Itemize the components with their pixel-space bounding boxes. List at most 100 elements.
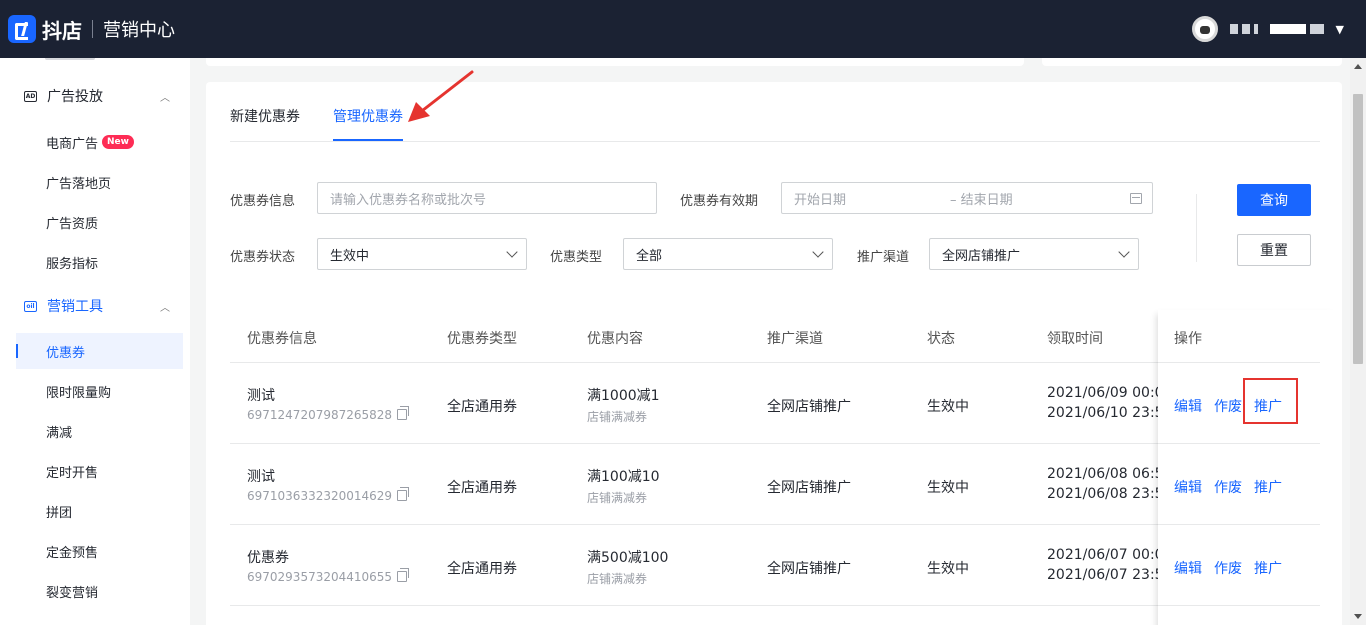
coupon-content-sub: 店铺满减券 [587, 572, 648, 586]
sidebar-item-ecommerce-ads[interactable]: 电商广告 New [16, 124, 183, 160]
coupon-id-text: 6971036332320014629 [247, 489, 393, 503]
coupon-info-label: 优惠券信息 [230, 194, 296, 209]
sidebar: AD 广告投放 ︿ 电商广告 New 广告落地页 广告资质 服务指标 oil 营… [0, 58, 190, 625]
coupon-type: 全店通用券 [447, 561, 517, 577]
table-divider [230, 605, 1320, 606]
sidebar-item-label: 裂变营销 [46, 585, 99, 601]
avatar[interactable] [1191, 16, 1218, 42]
column-header: 状态 [927, 331, 955, 347]
scroll-down-arrow-icon[interactable] [1354, 614, 1362, 619]
promo-channel-label: 推广渠道 [857, 250, 910, 265]
coupon-id-text: 6971247207987265828 [247, 408, 393, 422]
logo-divider [92, 20, 93, 38]
coupon-status-value: 生效中 [330, 248, 370, 264]
sidebar-item-fission-marketing[interactable]: 裂变营销 [16, 573, 183, 609]
coupon-info-input[interactable]: 请输入优惠券名称或批次号 [317, 182, 657, 214]
sidebar-item-label: 限时限量购 [46, 385, 112, 401]
sidebar-item-label: 广告资质 [46, 216, 99, 232]
sidebar-item-label: 定时开售 [46, 465, 99, 481]
void-link[interactable]: 作废 [1214, 558, 1242, 578]
promo-channel-value: 全网店铺推广 [942, 248, 1021, 264]
discount-type-value: 全部 [636, 248, 663, 264]
table-divider [1158, 443, 1320, 444]
sidebar-item-scheduled-sale[interactable]: 定时开售 [16, 453, 183, 489]
table-divider [1158, 524, 1320, 525]
copy-icon[interactable] [397, 487, 410, 501]
sidebar-group-ads[interactable]: AD 广告投放 ︿ [0, 76, 190, 116]
chevron-down-icon [1118, 246, 1130, 258]
sidebar-item-ad-qualification[interactable]: 广告资质 [16, 204, 183, 240]
column-header: 领取时间 [1047, 331, 1103, 347]
blurred-user-name [1269, 24, 1324, 34]
sidebar-item-label: 优惠券 [46, 345, 86, 361]
tab-manage-coupons[interactable]: 管理优惠券 [333, 106, 403, 126]
void-link[interactable]: 作废 [1214, 477, 1242, 497]
logo[interactable]: 抖店 营销中心 [8, 15, 175, 44]
filter-divider [1196, 194, 1197, 262]
coupon-status-select[interactable]: 生效中 [317, 238, 527, 270]
status: 生效中 [927, 399, 969, 415]
discount-type-label: 优惠类型 [550, 250, 603, 265]
column-header: 推广渠道 [767, 331, 823, 347]
column-header: 优惠券信息 [247, 331, 317, 347]
sidebar-group-label: 营销工具 [47, 299, 103, 315]
edit-link[interactable]: 编辑 [1174, 396, 1202, 416]
end-date-input[interactable]: – 结束日期 [950, 189, 1013, 208]
validity-label: 优惠券有效期 [680, 194, 759, 209]
sidebar-item-landing-page[interactable]: 广告落地页 [16, 164, 183, 200]
coupon-id-text: 6970293573204410655 [247, 570, 393, 584]
scroll-up-arrow-icon[interactable] [1354, 64, 1362, 69]
sidebar-item-full-reduction[interactable]: 满减 [16, 413, 183, 449]
table-divider [230, 443, 1320, 444]
sidebar-group-marketing[interactable]: oil 营销工具 ︿ [0, 286, 190, 326]
calendar-icon [1130, 193, 1142, 204]
copy-icon[interactable] [397, 568, 410, 582]
promo-channel: 全网店铺推广 [767, 561, 851, 577]
coupon-id: 6971247207987265828 [247, 406, 410, 422]
start-date-input[interactable]: 开始日期 [794, 189, 846, 208]
promo-channel: 全网店铺推广 [767, 399, 851, 415]
top-card-remnant [1042, 58, 1342, 66]
blurred-shop-name [1229, 24, 1258, 34]
sidebar-group-label: 广告投放 [47, 89, 103, 105]
sidebar-item-flash-sale[interactable]: 限时限量购 [16, 373, 183, 409]
coupon-management-panel: 新建优惠券 管理优惠券 优惠券信息 请输入优惠券名称或批次号 优惠券有效期 开始… [206, 82, 1342, 625]
chevron-up-icon: ︿ [160, 92, 170, 104]
promote-link[interactable]: 推广 [1254, 558, 1282, 578]
table-divider [1158, 605, 1320, 606]
user-menu[interactable]: ▼ [1191, 16, 1344, 42]
date-range-picker[interactable]: 开始日期 – 结束日期 [781, 182, 1153, 214]
promo-channel-select[interactable]: 全网店铺推广 [929, 238, 1139, 270]
app-subtitle: 营销中心 [103, 20, 175, 41]
edit-link[interactable]: 编辑 [1174, 558, 1202, 578]
scrollbar-thumb[interactable] [1353, 94, 1363, 364]
operations-column: 操作 编辑 作废 推广 编辑 作废 推广 编辑 作废 推广 [1158, 310, 1342, 625]
sidebar-item-label: 满减 [46, 425, 73, 441]
sidebar-item-service-metrics[interactable]: 服务指标 [16, 244, 183, 280]
table-divider [230, 524, 1320, 525]
annotation-arrow-icon [408, 70, 474, 122]
sidebar-item-coupons[interactable]: 优惠券 [16, 333, 183, 369]
reset-button[interactable]: 重置 [1237, 234, 1311, 266]
status: 生效中 [927, 561, 969, 577]
discount-type-select[interactable]: 全部 [623, 238, 833, 270]
edit-link[interactable]: 编辑 [1174, 477, 1202, 497]
coupon-type: 全店通用券 [447, 480, 517, 496]
coupon-status-label: 优惠券状态 [230, 250, 296, 265]
copy-icon[interactable] [397, 406, 410, 420]
page-scrollbar[interactable] [1350, 58, 1366, 625]
query-button[interactable]: 查询 [1237, 184, 1311, 216]
column-header: 优惠券类型 [447, 331, 517, 347]
sidebar-item-deposit-presale[interactable]: 定金预售 [16, 533, 183, 569]
promote-link[interactable]: 推广 [1254, 477, 1282, 497]
coupon-content-sub: 店铺满减券 [587, 491, 648, 505]
coupon-content: 满100减10 [587, 469, 660, 485]
sidebar-item-group-buy[interactable]: 拼团 [16, 493, 183, 529]
tab-create-coupon[interactable]: 新建优惠券 [230, 106, 300, 126]
doudian-logo-icon [8, 15, 36, 43]
caret-down-icon[interactable]: ▼ [1336, 23, 1344, 36]
tab-bar: 新建优惠券 管理优惠券 [230, 82, 1320, 142]
annotation-highlight-box [1243, 378, 1298, 424]
chevron-down-icon [812, 246, 824, 258]
void-link[interactable]: 作废 [1214, 396, 1242, 416]
